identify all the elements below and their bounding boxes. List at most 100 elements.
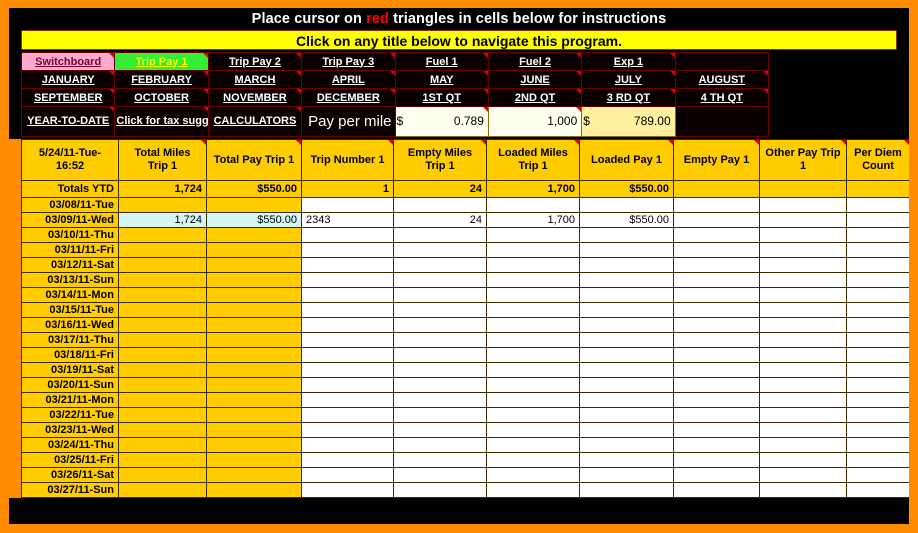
cell-total-pay[interactable] xyxy=(206,392,302,408)
cell-trip-number[interactable] xyxy=(301,317,394,333)
cell-total-miles[interactable] xyxy=(118,422,207,438)
cell-total-miles[interactable] xyxy=(118,392,207,408)
cell-total-pay[interactable] xyxy=(206,272,302,288)
cell-trip-number[interactable] xyxy=(301,197,394,213)
cell-total-pay[interactable] xyxy=(206,332,302,348)
cell-loaded-miles[interactable] xyxy=(486,287,580,303)
nav-calculators[interactable]: CALCULATORS xyxy=(207,106,303,137)
nav-july[interactable]: JULY xyxy=(581,70,676,89)
cell-per-diem[interactable] xyxy=(846,422,909,438)
cell-loaded-miles[interactable] xyxy=(486,437,580,453)
cell-total-pay[interactable]: $550.00 xyxy=(206,212,302,228)
cell-other-pay[interactable] xyxy=(759,302,847,318)
cell-total-miles[interactable] xyxy=(118,302,207,318)
cell-total-pay[interactable] xyxy=(206,452,302,468)
nav-august[interactable]: AUGUST xyxy=(674,70,770,89)
cell-other-pay[interactable] xyxy=(759,452,847,468)
cell-total-miles[interactable] xyxy=(118,227,207,243)
cell-total-pay[interactable] xyxy=(206,482,302,498)
cell-per-diem[interactable] xyxy=(846,467,909,483)
cell-total-pay[interactable] xyxy=(206,377,302,393)
cell-total-miles[interactable] xyxy=(118,377,207,393)
cell-empty-miles[interactable] xyxy=(393,422,487,438)
cell-other-pay[interactable] xyxy=(759,317,847,333)
cell-total-miles[interactable] xyxy=(118,437,207,453)
cell-other-pay[interactable] xyxy=(759,362,847,378)
cell-other-pay[interactable] xyxy=(759,467,847,483)
cell-loaded-miles[interactable] xyxy=(486,302,580,318)
cell-other-pay[interactable] xyxy=(759,242,847,258)
cell-empty-miles[interactable] xyxy=(393,377,487,393)
cell-total-miles[interactable] xyxy=(118,242,207,258)
cell-loaded-pay[interactable] xyxy=(579,332,674,348)
nav-december[interactable]: DECEMBER xyxy=(301,88,396,107)
cell-loaded-miles[interactable] xyxy=(486,197,580,213)
cell-total-miles[interactable] xyxy=(118,407,207,423)
cell-per-diem[interactable] xyxy=(846,407,909,423)
cell-trip-number[interactable] xyxy=(301,332,394,348)
cell-other-pay[interactable] xyxy=(759,227,847,243)
cell-total-miles[interactable] xyxy=(118,362,207,378)
nav-2nd-qt[interactable]: 2ND QT xyxy=(487,88,583,107)
cell-empty-pay[interactable] xyxy=(673,467,760,483)
cell-other-pay[interactable] xyxy=(759,197,847,213)
cell-per-diem[interactable] xyxy=(846,347,909,363)
nav-november[interactable]: NOVEMBER xyxy=(207,88,303,107)
cell-other-pay[interactable] xyxy=(759,332,847,348)
cell-per-diem[interactable] xyxy=(846,197,909,213)
cell-total-miles[interactable] xyxy=(118,332,207,348)
pay-per-mile-miles-cell[interactable]: 1,000 xyxy=(487,106,583,137)
nav-exp-1[interactable]: Exp 1 xyxy=(581,52,676,71)
cell-trip-number[interactable] xyxy=(301,467,394,483)
nav-fuel-1[interactable]: Fuel 1 xyxy=(394,52,489,71)
cell-empty-miles[interactable] xyxy=(393,302,487,318)
cell-total-miles[interactable] xyxy=(118,257,207,273)
cell-empty-miles[interactable] xyxy=(393,467,487,483)
cell-per-diem[interactable] xyxy=(846,242,909,258)
cell-total-pay[interactable] xyxy=(206,467,302,483)
cell-per-diem[interactable] xyxy=(846,362,909,378)
cell-total-pay[interactable] xyxy=(206,227,302,243)
cell-empty-pay[interactable] xyxy=(673,347,760,363)
nav-switchboard[interactable]: Switchboard xyxy=(20,52,116,71)
cell-empty-miles[interactable] xyxy=(393,437,487,453)
cell-empty-pay[interactable] xyxy=(673,392,760,408)
cell-empty-miles[interactable]: 24 xyxy=(393,212,487,228)
cell-per-diem[interactable] xyxy=(846,317,909,333)
cell-loaded-miles[interactable] xyxy=(486,407,580,423)
cell-loaded-pay[interactable] xyxy=(579,422,674,438)
cell-empty-pay[interactable] xyxy=(673,407,760,423)
cell-other-pay[interactable] xyxy=(759,482,847,498)
cell-loaded-pay[interactable] xyxy=(579,482,674,498)
cell-empty-pay[interactable] xyxy=(673,257,760,273)
cell-loaded-pay[interactable] xyxy=(579,362,674,378)
pay-per-mile-rate-cell[interactable]: $0.789 xyxy=(394,106,489,137)
cell-empty-pay[interactable] xyxy=(673,452,760,468)
nav-may[interactable]: MAY xyxy=(394,70,489,89)
cell-other-pay[interactable] xyxy=(759,272,847,288)
cell-loaded-pay[interactable] xyxy=(579,407,674,423)
cell-per-diem[interactable] xyxy=(846,257,909,273)
cell-total-miles[interactable] xyxy=(118,272,207,288)
cell-loaded-pay[interactable] xyxy=(579,467,674,483)
cell-trip-number[interactable] xyxy=(301,272,394,288)
cell-empty-pay[interactable] xyxy=(673,317,760,333)
nav-1st-qt[interactable]: 1ST QT xyxy=(394,88,489,107)
cell-trip-number[interactable] xyxy=(301,257,394,273)
cell-total-miles[interactable] xyxy=(118,197,207,213)
cell-other-pay[interactable] xyxy=(759,377,847,393)
nav-march[interactable]: MARCH xyxy=(207,70,303,89)
cell-total-pay[interactable] xyxy=(206,197,302,213)
cell-total-miles[interactable] xyxy=(118,317,207,333)
cell-empty-pay[interactable] xyxy=(673,377,760,393)
cell-loaded-miles[interactable]: 1,700 xyxy=(486,212,580,228)
cell-trip-number[interactable] xyxy=(301,377,394,393)
cell-other-pay[interactable] xyxy=(759,212,847,228)
cell-empty-miles[interactable] xyxy=(393,332,487,348)
cell-empty-miles[interactable] xyxy=(393,392,487,408)
cell-loaded-pay[interactable] xyxy=(579,302,674,318)
cell-per-diem[interactable] xyxy=(846,332,909,348)
cell-loaded-miles[interactable] xyxy=(486,317,580,333)
cell-empty-pay[interactable] xyxy=(673,362,760,378)
cell-empty-pay[interactable] xyxy=(673,272,760,288)
